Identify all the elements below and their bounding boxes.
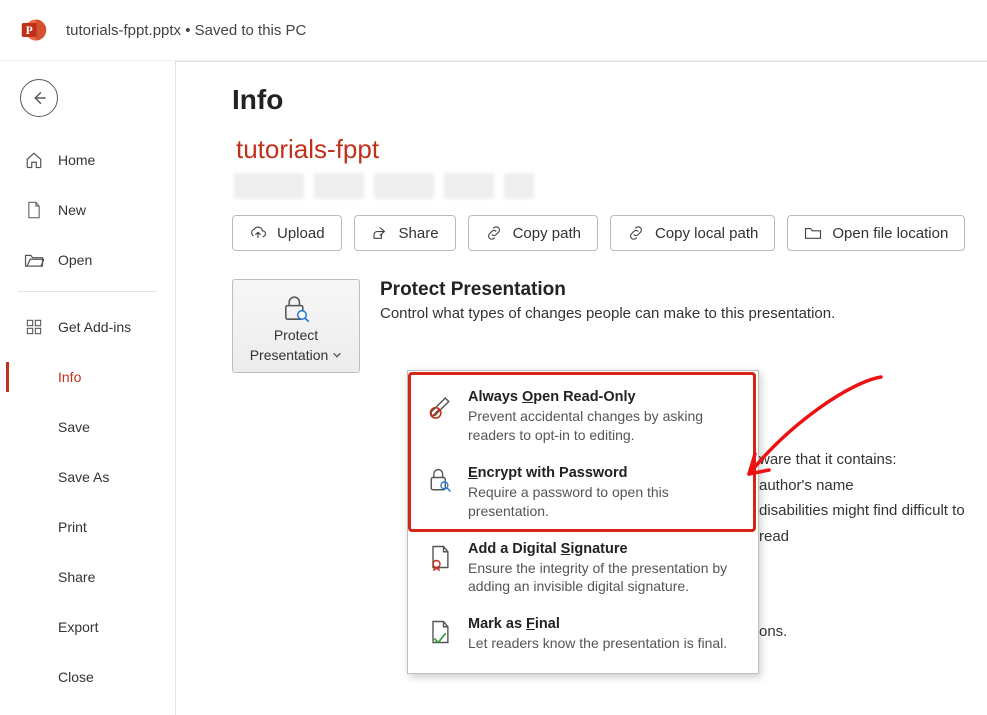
dropdown-item-title: Always Open Read-Only bbox=[468, 389, 740, 405]
big-button-label-line2: Presentation bbox=[250, 347, 343, 363]
page-icon bbox=[24, 200, 44, 220]
sidebar-item-label: Close bbox=[58, 669, 94, 685]
page-check-icon bbox=[426, 618, 454, 646]
dropdown-item-title: Encrypt with Password bbox=[468, 465, 740, 481]
sidebar-item-share[interactable]: Share bbox=[0, 552, 175, 602]
button-label: Open file location bbox=[832, 225, 948, 242]
sidebar-item-label: Print bbox=[58, 519, 87, 535]
dropdown-item-title: Add a Digital Signature bbox=[468, 541, 740, 557]
sidebar-item-close[interactable]: Close bbox=[0, 652, 175, 702]
folder-icon bbox=[804, 224, 822, 242]
sidebar-item-export[interactable]: Export bbox=[0, 602, 175, 652]
sidebar-item-saveas[interactable]: Save As bbox=[0, 452, 175, 502]
sidebar-item-label: Export bbox=[58, 619, 98, 635]
arrow-left-icon bbox=[30, 89, 48, 107]
share-button[interactable]: Share bbox=[354, 215, 456, 251]
copy-local-path-button[interactable]: Copy local path bbox=[610, 215, 775, 251]
page-title: Info bbox=[232, 84, 987, 116]
dropdown-item-desc: Ensure the integrity of the presentation… bbox=[468, 559, 740, 597]
file-action-row: Upload Share Copy path Copy local path O… bbox=[232, 215, 987, 251]
share-icon bbox=[371, 224, 389, 242]
button-label: Copy local path bbox=[655, 225, 758, 242]
dropdown-item-signature[interactable]: Add a Digital Signature Ensure the integ… bbox=[408, 531, 758, 607]
sidebar-item-label: Info bbox=[58, 369, 81, 385]
protect-presentation-button[interactable]: Protect Presentation bbox=[232, 279, 360, 373]
sidebar-item-print[interactable]: Print bbox=[0, 502, 175, 552]
open-file-location-button[interactable]: Open file location bbox=[787, 215, 965, 251]
button-label: Upload bbox=[277, 225, 325, 242]
file-path-redacted bbox=[234, 173, 574, 199]
sidebar-item-label: Home bbox=[58, 152, 95, 168]
sidebar-separator bbox=[18, 291, 157, 292]
pencil-block-icon bbox=[426, 391, 454, 419]
dropdown-item-final[interactable]: Mark as Final Let readers know the prese… bbox=[408, 606, 758, 663]
sidebar-item-save[interactable]: Save bbox=[0, 402, 175, 452]
sidebar-item-label: Save bbox=[58, 419, 90, 435]
dropdown-item-encrypt[interactable]: Encrypt with Password Require a password… bbox=[408, 455, 758, 531]
sidebar-item-new[interactable]: New bbox=[0, 185, 175, 235]
sidebar-item-home[interactable]: Home bbox=[0, 135, 175, 185]
inspect-section-partial-text: ware that it contains: author's name dis… bbox=[759, 447, 987, 645]
sidebar-item-label: Share bbox=[58, 569, 95, 585]
folder-open-icon bbox=[24, 250, 44, 270]
chevron-down-icon bbox=[332, 350, 342, 360]
dropdown-item-desc: Prevent accidental changes by asking rea… bbox=[468, 407, 740, 445]
button-label: Share bbox=[399, 225, 439, 242]
button-label: Copy path bbox=[513, 225, 581, 242]
dropdown-item-desc: Require a password to open this presenta… bbox=[468, 483, 740, 521]
lock-search-icon bbox=[279, 295, 313, 323]
svg-text:P: P bbox=[26, 25, 33, 37]
sidebar-item-open[interactable]: Open bbox=[0, 235, 175, 285]
backstage-sidebar: Home New Open Get Add-ins Info Save Save… bbox=[0, 61, 175, 715]
section-title: Protect Presentation bbox=[380, 279, 835, 301]
dropdown-item-title: Mark as Final bbox=[468, 616, 740, 632]
lock-key-icon bbox=[426, 467, 454, 495]
sidebar-item-label: Save As bbox=[58, 469, 109, 485]
sidebar-item-info[interactable]: Info bbox=[0, 352, 175, 402]
protect-section-text: Protect Presentation Control what types … bbox=[380, 279, 835, 322]
cloud-upload-icon bbox=[249, 224, 267, 242]
dropdown-item-read-only[interactable]: Always Open Read-Only Prevent accidental… bbox=[408, 379, 758, 455]
section-description: Control what types of changes people can… bbox=[380, 305, 835, 322]
sidebar-item-label: Get Add-ins bbox=[58, 319, 131, 335]
home-icon bbox=[24, 150, 44, 170]
upload-button[interactable]: Upload bbox=[232, 215, 342, 251]
powerpoint-logo-icon: P bbox=[20, 16, 48, 44]
file-display-name: tutorials-fppt bbox=[236, 134, 987, 165]
window-title: tutorials-fppt.pptx • Saved to this PC bbox=[66, 22, 306, 39]
link-icon bbox=[627, 224, 645, 242]
protect-presentation-dropdown: Always Open Read-Only Prevent accidental… bbox=[407, 370, 759, 674]
sidebar-item-label: Open bbox=[58, 252, 92, 268]
copy-path-button[interactable]: Copy path bbox=[468, 215, 598, 251]
back-button[interactable] bbox=[20, 79, 58, 117]
sidebar-item-addins[interactable]: Get Add-ins bbox=[0, 302, 175, 352]
title-bar: P tutorials-fppt.pptx • Saved to this PC bbox=[0, 0, 987, 60]
sidebar-item-label: New bbox=[58, 202, 86, 218]
page-ribbon-icon bbox=[426, 543, 454, 571]
link-icon bbox=[485, 224, 503, 242]
grid-icon bbox=[24, 317, 44, 337]
dropdown-item-desc: Let readers know the presentation is fin… bbox=[468, 634, 740, 653]
big-button-label-line1: Protect bbox=[274, 327, 318, 343]
